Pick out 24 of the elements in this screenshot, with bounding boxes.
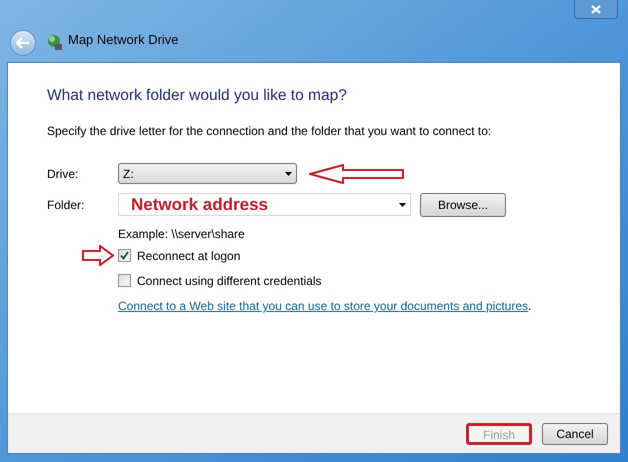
dropdown-arrow-icon [399,202,406,207]
checkbox-label: Connect using different credentials [137,272,322,290]
example-text: Example: \\server\share [118,226,246,244]
browse-button[interactable]: Browse... [420,192,506,217]
web-site-sentence: Connect to a Web site that you can use to store your documents and pictures. [118,298,532,316]
folder-label: Folder: [47,196,86,214]
instruction-text: Specify the drive letter for the connection and the folder that you want to connect to: [47,123,492,140]
page-heading: What network folder would you like to map? [47,86,348,106]
folder-combo-field[interactable]: Network address [118,193,411,216]
web-site-link[interactable]: Connect to a Web site that you can use to store your documents and pictures [118,299,528,314]
checkbox[interactable] [118,274,131,288]
window-title: Map Network Drive [68,30,179,49]
dropdown-arrow-icon [285,172,292,176]
back-arrow-icon [16,37,30,49]
back-button[interactable] [10,30,36,56]
checkbox[interactable] [118,249,131,262]
dialog-button[interactable]: Cancel [542,422,608,444]
drive-label: Drive: [47,166,80,183]
close-button[interactable] [574,0,618,19]
drive-dropdown[interactable]: Z: [118,163,297,184]
close-icon [591,4,601,14]
network-drive-icon [46,34,63,51]
checkbox-label: Reconnect at logon [137,248,240,265]
checkmark-icon [120,251,129,260]
